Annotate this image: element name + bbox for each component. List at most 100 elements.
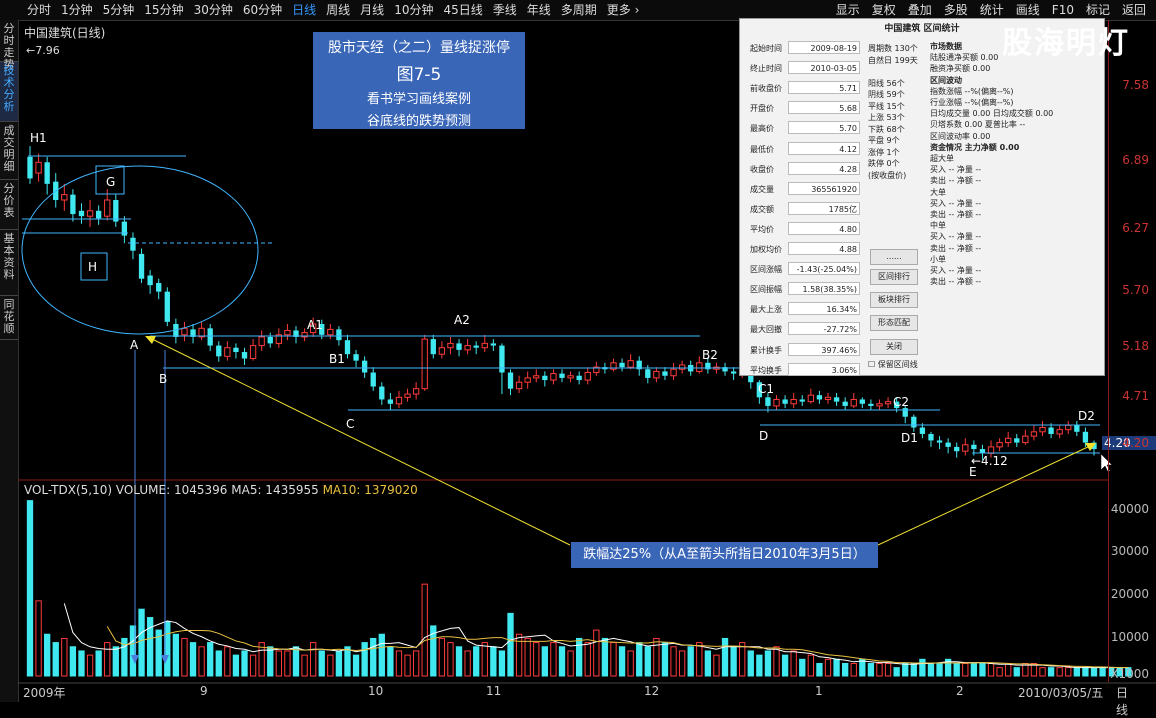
volume-bar (627, 650, 634, 677)
panel-market-line: 指数涨幅 --%(偏离--%) (930, 86, 1014, 96)
panel-row-label: 最低价 (750, 144, 774, 154)
panel-stat: 上涨 53个 (868, 113, 905, 122)
candle-body (164, 291, 170, 322)
volume-bar (893, 667, 900, 677)
volume-bar (567, 650, 574, 677)
panel-stats: 周期数 130个 自然日 199天 阳线 56个 阴线 59个 平线 15个 上涨 53… (868, 43, 918, 181)
panel-row-value[interactable]: 2010-03-05 (788, 61, 860, 75)
volume-bar (352, 654, 360, 677)
candle-body (61, 194, 68, 201)
candle-body (850, 398, 857, 407)
panel-row-label: 最高价 (750, 124, 774, 134)
volume-bar (335, 650, 343, 677)
point-label-a1: A1 (307, 318, 323, 332)
panel-stat: 阳线 56个 (868, 78, 905, 88)
candle-body (130, 237, 136, 251)
candle-body (1056, 429, 1063, 435)
volume-bar (730, 646, 737, 677)
candle-body (782, 399, 788, 404)
candle-body (430, 339, 436, 355)
candle-body (241, 352, 248, 359)
candle-body (765, 397, 771, 406)
volume-bar (318, 650, 325, 677)
point-label-b: B (159, 372, 167, 386)
panel-button-1[interactable]: 区间排行 (870, 269, 918, 285)
candle-body (730, 371, 737, 374)
panel-row-label: 起始时间 (750, 44, 782, 53)
keep-interval-checkbox[interactable]: ☐ 保留区间线 (868, 359, 918, 370)
panel-row-label: 平均价 (750, 224, 774, 234)
panel-button-2[interactable]: 板块排行 (870, 292, 918, 308)
point-label-b1: B1 (329, 352, 345, 366)
volume-bar (850, 662, 857, 677)
candle-body (670, 368, 677, 377)
candle-body (876, 403, 883, 407)
candle-body (842, 401, 848, 406)
volume-bar (181, 637, 188, 677)
candle-body (884, 401, 892, 405)
panel-row-label: 区间涨幅 (750, 265, 782, 275)
candle-body (807, 394, 814, 403)
point-label-d1: D1 (901, 431, 918, 445)
candle-body (104, 199, 111, 217)
watermark: 股海明灯 (1002, 26, 1130, 61)
panel-row-value: 397.46% (788, 342, 860, 356)
volume-bar (618, 646, 626, 677)
panel-button-3[interactable]: 形态匹配 (870, 315, 918, 331)
candle-body (35, 161, 42, 174)
panel-row: 收盘价 4.28 (744, 161, 866, 176)
date-tick: 2 (956, 684, 964, 698)
panel-row-label: 终止时间 (750, 64, 782, 74)
candle-body (370, 372, 376, 387)
price-tick: 7.58 (1122, 78, 1149, 92)
candle-body (95, 210, 102, 219)
candle-body (490, 343, 497, 346)
candle-body (1030, 431, 1038, 437)
panel-row: 平均换手 3.06% (744, 362, 866, 377)
point-label-c2: C2 (893, 395, 909, 409)
volume-bar (387, 646, 394, 677)
panel-row: 最高价 5.70 (744, 121, 866, 135)
panel-button-0[interactable]: ...... (870, 249, 918, 265)
panel-stat: 阴线 59个 (868, 90, 905, 99)
panel-market-line: 买入 -- 净量 -- (930, 165, 982, 175)
high-label: ←7.96 (26, 44, 60, 57)
date-tick: 12 (644, 684, 660, 698)
panel-row: 累计换手 397.46% (744, 342, 866, 357)
candle-body (936, 440, 943, 443)
volume-bar (584, 642, 591, 677)
candle-body (44, 162, 50, 184)
panel-row: 起始时间 2009-08-19 (744, 41, 866, 55)
date-axis: 2009年 9 10 11 12 1 2 2010/03/05/五 日线 (18, 684, 1128, 717)
volume-bar (962, 662, 969, 677)
volume-bar (927, 662, 935, 677)
volume-bar (696, 642, 703, 677)
panel-row: 加权均价 4.88 (744, 242, 866, 256)
candle-body (645, 369, 651, 378)
candle-body (113, 200, 119, 222)
volume-bar (970, 662, 978, 677)
volume-bar (953, 662, 960, 677)
volume-bar (919, 658, 926, 677)
volume-bar (207, 642, 214, 677)
panel-market-line: 区间波动 (930, 75, 962, 85)
candle-body (559, 373, 565, 378)
volume-bar (739, 642, 746, 677)
volume-bar (824, 658, 832, 677)
point-label-d2: D2 (1078, 409, 1095, 423)
volume-bar (781, 654, 789, 677)
panel-market-line: 卖出 -- 净额 -- (930, 277, 982, 287)
panel-market-line: 大单 (930, 187, 946, 197)
panel-market-line: 融资净买额 0.00 (930, 64, 991, 74)
panel-button-4[interactable]: 关闭 (870, 339, 918, 355)
volume-bar (481, 642, 488, 677)
panel-stat (868, 66, 918, 78)
point-label-g: G (106, 175, 115, 189)
volume-bar (1056, 667, 1063, 677)
panel-row-value[interactable]: 2009-08-19 (788, 41, 860, 54)
candle-body (387, 399, 394, 404)
panel-row-label: 成交额 (750, 204, 774, 214)
candle-body (181, 327, 188, 336)
volume-bar (1065, 667, 1072, 677)
candle-body (267, 336, 273, 344)
